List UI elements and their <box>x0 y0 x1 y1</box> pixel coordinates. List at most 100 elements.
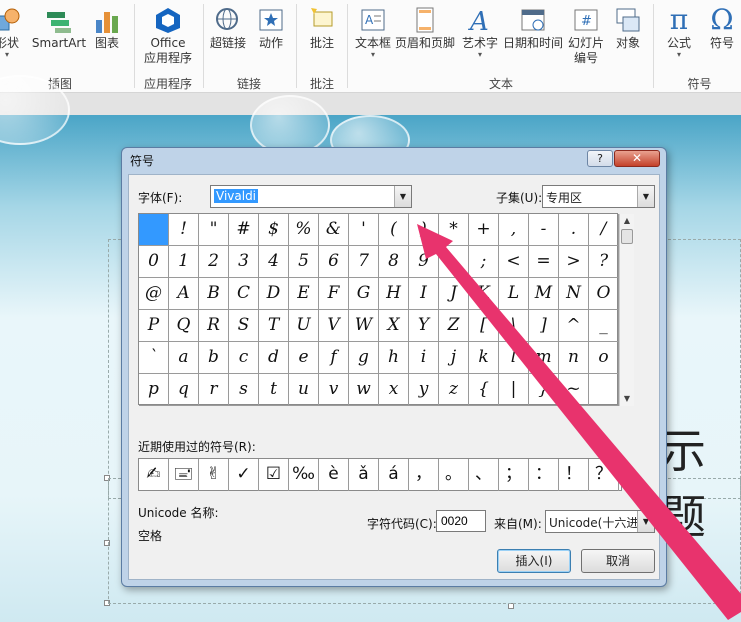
scroll-down-icon[interactable]: ▼ <box>620 392 634 406</box>
font-select[interactable]: Vivaldi ▼ <box>210 185 412 208</box>
recent-symbol-cell[interactable]: è <box>319 459 349 491</box>
symbol-cell[interactable]: = <box>529 246 559 278</box>
symbol-cell[interactable]: * <box>439 214 469 246</box>
close-button[interactable]: ✕ <box>614 150 660 167</box>
symbol-cell[interactable]: 1 <box>169 246 199 278</box>
subset-select[interactable]: 专用区 ▼ <box>542 185 655 208</box>
symbol-cell[interactable]: e <box>289 342 319 374</box>
symbol-cell[interactable]: B <box>199 278 229 310</box>
recent-symbol-cell[interactable]: 。 <box>439 459 469 491</box>
chart-button[interactable]: 图表 <box>92 2 122 72</box>
symbol-cell[interactable]: - <box>529 214 559 246</box>
symbol-cell[interactable]: : <box>439 246 469 278</box>
symbol-cell[interactable]: < <box>499 246 529 278</box>
symbol-cell[interactable]: G <box>349 278 379 310</box>
recent-symbol-cell[interactable]: ǎ <box>349 459 379 491</box>
symbol-cell[interactable]: u <box>289 374 319 406</box>
symbol-button[interactable]: Ω 符号 <box>702 2 741 72</box>
symbol-cell[interactable]: D <box>259 278 289 310</box>
equation-button[interactable]: π 公式 ▾ <box>658 2 700 72</box>
symbol-cell[interactable]: $ <box>259 214 289 246</box>
symbol-cell[interactable]: o <box>589 342 619 374</box>
symbol-cell[interactable]: H <box>379 278 409 310</box>
symbol-cell[interactable]: " <box>199 214 229 246</box>
symbol-cell[interactable]: z <box>439 374 469 406</box>
header-footer-button[interactable]: 页眉和页脚 <box>394 2 456 72</box>
symbol-cell[interactable]: ( <box>379 214 409 246</box>
symbol-cell[interactable]: k <box>469 342 499 374</box>
symbol-cell[interactable]: , <box>499 214 529 246</box>
symbol-cell[interactable]: h <box>379 342 409 374</box>
symbol-cell[interactable]: b <box>199 342 229 374</box>
symbol-cell[interactable]: \ <box>499 310 529 342</box>
symbol-cell[interactable]: n <box>559 342 589 374</box>
recent-symbol-cell[interactable]: ， <box>409 459 439 491</box>
symbol-cell[interactable]: 6 <box>319 246 349 278</box>
symbol-cell[interactable]: ^ <box>559 310 589 342</box>
symbol-cell[interactable]: P <box>139 310 169 342</box>
symbol-cell[interactable]: ` <box>139 342 169 374</box>
recent-symbols[interactable]: ✍ 🖃 ✌ ✓ ☑ ‰ è ǎ á，。、；：！？ <box>138 458 622 491</box>
symbol-cell[interactable]: ! <box>169 214 199 246</box>
symbol-cell[interactable]: g <box>349 342 379 374</box>
symbol-cell[interactable]: q <box>169 374 199 406</box>
office-apps-button[interactable]: Office 应用程序 <box>136 2 200 72</box>
object-button[interactable]: 对象 <box>610 2 646 72</box>
symbol-cell[interactable]: l <box>499 342 529 374</box>
symbol-cell[interactable]: V <box>319 310 349 342</box>
symbol-cell[interactable]: ] <box>529 310 559 342</box>
symbol-cell[interactable]: / <box>589 214 619 246</box>
symbol-cell[interactable]: ? <box>589 246 619 278</box>
symbol-cell[interactable]: & <box>319 214 349 246</box>
symbol-cell[interactable]: c <box>229 342 259 374</box>
chevron-down-icon[interactable]: ▼ <box>394 186 411 207</box>
recent-symbol-cell[interactable]: ？ <box>589 459 619 491</box>
symbol-cell[interactable]: ) <box>409 214 439 246</box>
symbol-cell[interactable]: I <box>409 278 439 310</box>
recent-symbol-cell[interactable]: á <box>379 459 409 491</box>
recent-symbol-cell[interactable]: ！ <box>559 459 589 491</box>
recent-symbol-cell[interactable]: ： <box>529 459 559 491</box>
symbol-cell[interactable]: A <box>169 278 199 310</box>
symbol-cell[interactable]: 3 <box>229 246 259 278</box>
symbol-cell[interactable]: a <box>169 342 199 374</box>
symbol-cell[interactable]: v <box>319 374 349 406</box>
symbol-cell[interactable]: Z <box>439 310 469 342</box>
from-select[interactable]: Unicode(十六进 ▼ <box>545 510 655 533</box>
symbol-cell[interactable]: E <box>289 278 319 310</box>
symbol-cell[interactable]: i <box>409 342 439 374</box>
symbol-cell[interactable]: ; <box>469 246 499 278</box>
symbol-cell[interactable]: 8 <box>379 246 409 278</box>
symbol-cell[interactable] <box>589 374 619 406</box>
symbol-cell[interactable]: K <box>469 278 499 310</box>
wordart-button[interactable]: A 艺术字 ▾ <box>458 2 502 72</box>
symbol-cell[interactable]: y <box>409 374 439 406</box>
symbol-cell[interactable]: O <box>589 278 619 310</box>
symbol-cell[interactable]: # <box>229 214 259 246</box>
symbol-cell[interactable]: 9 <box>409 246 439 278</box>
scroll-up-icon[interactable]: ▲ <box>620 214 634 228</box>
datetime-button[interactable]: 日期和时间 <box>502 2 564 72</box>
symbol-cell[interactable]: 5 <box>289 246 319 278</box>
chevron-down-icon[interactable]: ▼ <box>637 186 654 207</box>
symbol-cell[interactable]: N <box>559 278 589 310</box>
insert-button[interactable]: 插入(I) <box>497 549 571 573</box>
symbol-cell[interactable]: d <box>259 342 289 374</box>
hyperlink-button[interactable]: 超链接 <box>206 2 250 72</box>
grid-scrollbar[interactable]: ▲ ▼ <box>619 214 634 406</box>
symbol-cell[interactable]: Q <box>169 310 199 342</box>
symbol-cell[interactable]: _ <box>589 310 619 342</box>
symbol-cell[interactable]: U <box>289 310 319 342</box>
symbol-cell[interactable]: r <box>199 374 229 406</box>
symbol-cell[interactable]: t <box>259 374 289 406</box>
symbol-cell[interactable]: R <box>199 310 229 342</box>
slide-number-button[interactable]: # 幻灯片 编号 <box>566 2 606 72</box>
symbol-cell[interactable]: w <box>349 374 379 406</box>
symbol-cell[interactable]: % <box>289 214 319 246</box>
symbol-cell[interactable]: > <box>559 246 589 278</box>
symbol-cell[interactable]: C <box>229 278 259 310</box>
symbol-cell[interactable]: W <box>349 310 379 342</box>
symbol-cell[interactable]: j <box>439 342 469 374</box>
symbol-cell[interactable]: 2 <box>199 246 229 278</box>
recent-symbol-cell[interactable]: ☑ <box>259 459 289 491</box>
